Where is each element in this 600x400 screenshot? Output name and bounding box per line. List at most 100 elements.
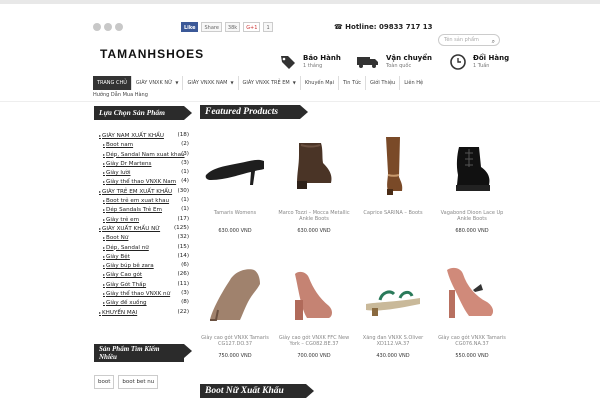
feature-exchange: Đổi Hàng 1 Tuần: [450, 54, 509, 70]
product-card[interactable]: Tamaris Womens 630.000 VND: [199, 135, 271, 234]
category-item[interactable]: Dép Sandals Trẻ Em (1): [95, 205, 189, 214]
product-card[interactable]: Marco Tozzi – Mocca Metallic Ankle Boots…: [278, 135, 350, 234]
category-item[interactable]: Giày lười (1): [95, 168, 189, 177]
nav-promotions[interactable]: Khuyến Mại: [301, 76, 340, 90]
category-label[interactable]: Giày trẻ em: [103, 217, 139, 223]
category-label[interactable]: Giày Cao gót: [103, 272, 142, 278]
category-label[interactable]: Giày Dr Martens: [103, 161, 151, 167]
product-card[interactable]: Caprice SARINA – Boots: [357, 135, 429, 228]
category-item[interactable]: GIÀY TRẺ EM XUẤT KHẨU (30): [95, 187, 189, 196]
product-name[interactable]: Xăng đan VNXK S.Oliver XD112.VA.37: [357, 335, 429, 347]
category-count: (18): [177, 132, 189, 138]
category-label[interactable]: Giày Gót Thấp: [103, 282, 146, 288]
feature-sub: Toàn quốc: [386, 63, 412, 69]
category-label[interactable]: Dép, Sandal nữ: [103, 245, 149, 251]
black-lace-up-boot-icon[interactable]: [439, 135, 505, 197]
product-name[interactable]: Vagabond Dioon Lace Up Ankle Boots: [436, 210, 508, 222]
pink-heel-bow-icon[interactable]: [439, 260, 505, 322]
category-item[interactable]: Giày Gót Thấp (11): [95, 280, 189, 289]
black-heel-pump-icon[interactable]: [202, 135, 268, 197]
nav-label: GIÀY VNXK TRẺ EM: [242, 80, 290, 86]
category-label[interactable]: Boot Nữ: [103, 235, 128, 241]
product-card[interactable]: Giày cao gót VNXK Tamaris CG127.DO.37 75…: [199, 260, 271, 359]
category-label[interactable]: Boot trẻ em xuat khau: [103, 198, 169, 204]
google-plus-button[interactable]: G+1: [243, 22, 261, 32]
category-label[interactable]: Giày Bệt: [103, 254, 130, 260]
strap-sandal-icon[interactable]: [360, 260, 426, 322]
category-label[interactable]: Dép, Sandal Nam xuat khau: [103, 152, 185, 158]
tag[interactable]: boot: [94, 375, 115, 389]
search-input[interactable]: Tên sản phẩm ⌕: [438, 34, 500, 46]
site-logo[interactable]: TAMANHSHOES: [100, 47, 204, 61]
nav-label: GIÀY VNXK NỮ: [135, 80, 173, 86]
category-count: (26): [177, 271, 189, 278]
category-label[interactable]: Giày đế xuồng: [103, 300, 147, 306]
category-item[interactable]: Giày búp bê zara (6): [95, 261, 189, 270]
heading-line-2: Nhiều: [99, 353, 117, 361]
category-count: (2): [181, 141, 189, 148]
category-item[interactable]: KHUYẾN MẠI (22): [95, 308, 189, 317]
product-card[interactable]: Xăng đan VNXK S.Oliver XD112.VA.37 430.0…: [357, 260, 429, 359]
product-name[interactable]: Caprice SARINA – Boots: [357, 210, 429, 222]
category-item[interactable]: Giày Bệt (14): [95, 252, 189, 261]
category-item[interactable]: GIÀY NAM XUẤT KHẨU (18): [95, 131, 189, 140]
category-item[interactable]: Boot nam (2): [95, 140, 189, 149]
facebook-icon[interactable]: [93, 23, 101, 31]
nav-contact[interactable]: Liên Hệ: [400, 76, 427, 90]
category-label[interactable]: KHUYẾN MẠI: [99, 310, 137, 316]
category-item[interactable]: Giày thể thao VNXK nữ (3): [95, 289, 189, 298]
search-icon[interactable]: ⌕: [492, 37, 495, 47]
category-item[interactable]: GIÀY XUẤT KHẨU NỮ (125): [95, 224, 189, 233]
facebook-like-button[interactable]: Like: [181, 22, 199, 32]
product-name[interactable]: Giày cao gót VNXK FFC New York – CG082.B…: [278, 335, 350, 347]
product-name[interactable]: Tamaris Womens: [199, 210, 271, 222]
product-name[interactable]: Giày cao gót VNXK Tamaris CG076.NA.37: [436, 335, 508, 347]
popular-searches-heading: Sản Phẩm Tìm Kiếm Nhiều: [94, 344, 192, 362]
category-label[interactable]: Giày thể thao VNXK nữ: [103, 291, 170, 297]
product-card[interactable]: Giày cao gót VNXK FFC New York – CG082.B…: [278, 260, 350, 359]
pink-block-heel-icon[interactable]: [281, 260, 347, 322]
nav-about[interactable]: Giới Thiệu: [366, 76, 401, 90]
category-label[interactable]: Giày thể thao VNXK Nam: [103, 179, 176, 185]
nav-home[interactable]: TRANG CHỦ: [93, 76, 132, 90]
category-item[interactable]: Dép, Sandal Nam xuat khau(3): [95, 150, 189, 159]
category-item[interactable]: Giày Cao gót (26): [95, 270, 189, 279]
nav-label: GIÀY VNXK NAM: [187, 80, 228, 86]
category-label[interactable]: GIÀY XUẤT KHẨU NỮ: [99, 226, 160, 232]
category-label[interactable]: Giày lười: [103, 170, 131, 176]
nav-news[interactable]: Tin Tức: [339, 76, 367, 90]
google-plus-icon[interactable]: [115, 23, 123, 31]
product-name[interactable]: Marco Tozzi – Mocca Metallic Ankle Boots: [278, 210, 350, 222]
nav-buying-guide[interactable]: Hướng Dẫn Mua Hàng: [93, 92, 148, 98]
category-item[interactable]: Giày Dr Martens (3): [95, 159, 189, 168]
facebook-share-button[interactable]: Share: [201, 22, 222, 32]
product-card[interactable]: Giày cao gót VNXK Tamaris CG076.NA.37 55…: [436, 260, 508, 359]
beige-stiletto-icon[interactable]: [202, 260, 268, 322]
brown-ankle-boot-icon[interactable]: [281, 135, 347, 197]
category-item[interactable]: Giày trẻ em (17): [95, 215, 189, 224]
feature-title: Vận chuyển: [386, 54, 432, 62]
nav-women-shoes[interactable]: GIÀY VNXK NỮ ▼: [132, 76, 184, 90]
category-list: GIÀY NAM XUẤT KHẨU (18) Boot nam (2) Dép, Sa…: [95, 131, 189, 317]
social-share-bar: Like Share 38k G+1 1: [181, 22, 273, 32]
category-label[interactable]: Boot nam: [103, 142, 133, 148]
category-item[interactable]: Dép, Sandal nữ (15): [95, 243, 189, 252]
category-count: (11): [177, 280, 189, 287]
product-card[interactable]: Vagabond Dioon Lace Up Ankle Boots 680.0…: [436, 135, 508, 234]
tag[interactable]: boot bet nu: [118, 375, 159, 389]
category-label[interactable]: GIÀY TRẺ EM XUẤT KHẨU: [99, 189, 172, 195]
category-item[interactable]: Boot trẻ em xuat khau (1): [95, 196, 189, 205]
tall-brown-boot-icon[interactable]: [360, 135, 426, 197]
category-item[interactable]: Boot Nữ (32): [95, 233, 189, 242]
twitter-icon[interactable]: [104, 23, 112, 31]
category-item[interactable]: Giày thể thao VNXK Nam (4): [95, 177, 189, 186]
product-name[interactable]: Giày cao gót VNXK Tamaris CG127.DO.37: [199, 335, 271, 347]
nav-men-shoes[interactable]: GIÀY VNXK NAM ▼: [183, 76, 239, 90]
category-label[interactable]: Giày búp bê zara: [103, 263, 154, 269]
feature-warranty: Bảo Hành 1 tháng: [280, 54, 341, 69]
category-label[interactable]: GIÀY NAM XUẤT KHẨU: [99, 133, 164, 139]
category-label[interactable]: Dép Sandals Trẻ Em: [103, 207, 162, 213]
nav-kids-shoes[interactable]: GIÀY VNXK TRẺ EM ▼: [239, 76, 301, 90]
categories-heading: Lựa Chọn Sản Phẩm: [94, 106, 192, 120]
category-item[interactable]: Giày đế xuồng (8): [95, 298, 189, 307]
